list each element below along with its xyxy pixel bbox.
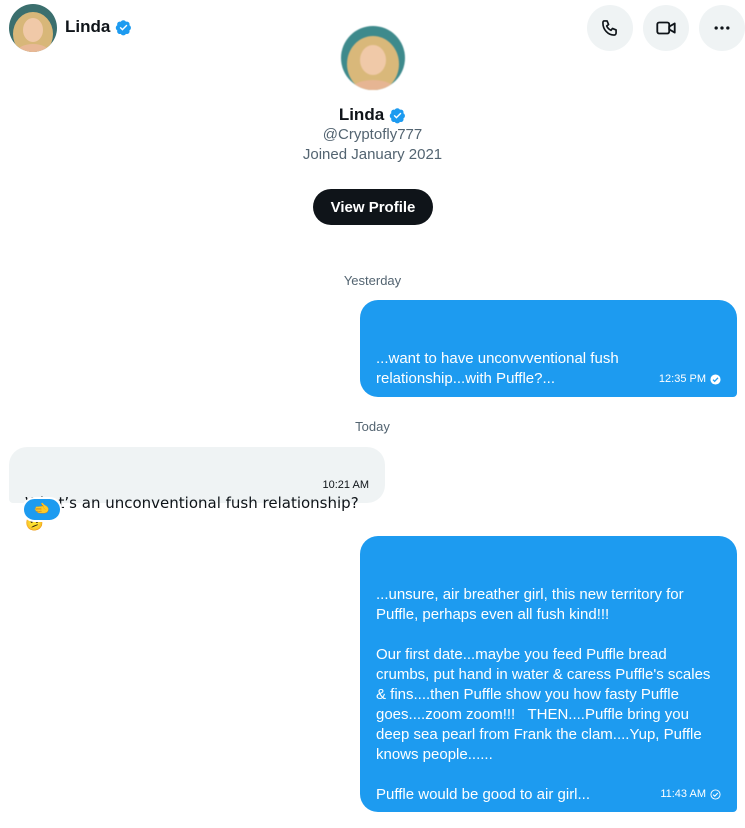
- message-bubble-sent[interactable]: ...want to have unconvventional fush rel…: [360, 300, 737, 427]
- profile-name-row: Linda: [0, 105, 745, 125]
- message-text: What’s an unconventional fush relationsh…: [25, 494, 364, 532]
- message-reaction[interactable]: 🫲: [22, 497, 62, 522]
- message-meta: 12:35 PM: [659, 369, 721, 389]
- video-call-button[interactable]: [643, 5, 689, 51]
- message-time: 12:35 PM: [658, 373, 706, 385]
- avatar[interactable]: [9, 4, 57, 52]
- conversation-name: Linda: [65, 17, 111, 36]
- profile-name: Linda: [338, 105, 385, 124]
- profile-joined-date: Joined January 2021: [302, 146, 443, 163]
- phone-icon: [602, 20, 617, 36]
- conversation-title[interactable]: Linda: [65, 17, 132, 37]
- message-time: 11:43 AM: [660, 788, 706, 800]
- call-button[interactable]: [587, 5, 633, 51]
- more-button[interactable]: [699, 5, 745, 51]
- view-profile-button[interactable]: View Profile: [313, 189, 433, 225]
- verified-badge-icon: [389, 107, 406, 123]
- verified-badge-icon: [116, 19, 132, 35]
- more-icon: [714, 26, 730, 30]
- message-time: 10:21 AM: [322, 479, 369, 491]
- message-bubble-sent[interactable]: ...unsure, air breather girl, this new t…: [360, 536, 737, 828]
- message-text: ...want to have unconvventional fush rel…: [376, 350, 619, 427]
- message-meta: 11:43 AM: [660, 784, 721, 804]
- sent-check-icon: [710, 788, 721, 800]
- read-check-icon: [710, 373, 721, 385]
- video-icon: [656, 21, 676, 35]
- message-bubble-received[interactable]: What’s an unconventional fush relationsh…: [9, 447, 385, 532]
- profile-avatar[interactable]: [341, 26, 405, 90]
- date-separator-yesterday: Yesterday: [343, 273, 402, 288]
- message-meta: 10:21 AM: [323, 475, 369, 495]
- profile-handle: @Cryptofly777: [322, 126, 423, 143]
